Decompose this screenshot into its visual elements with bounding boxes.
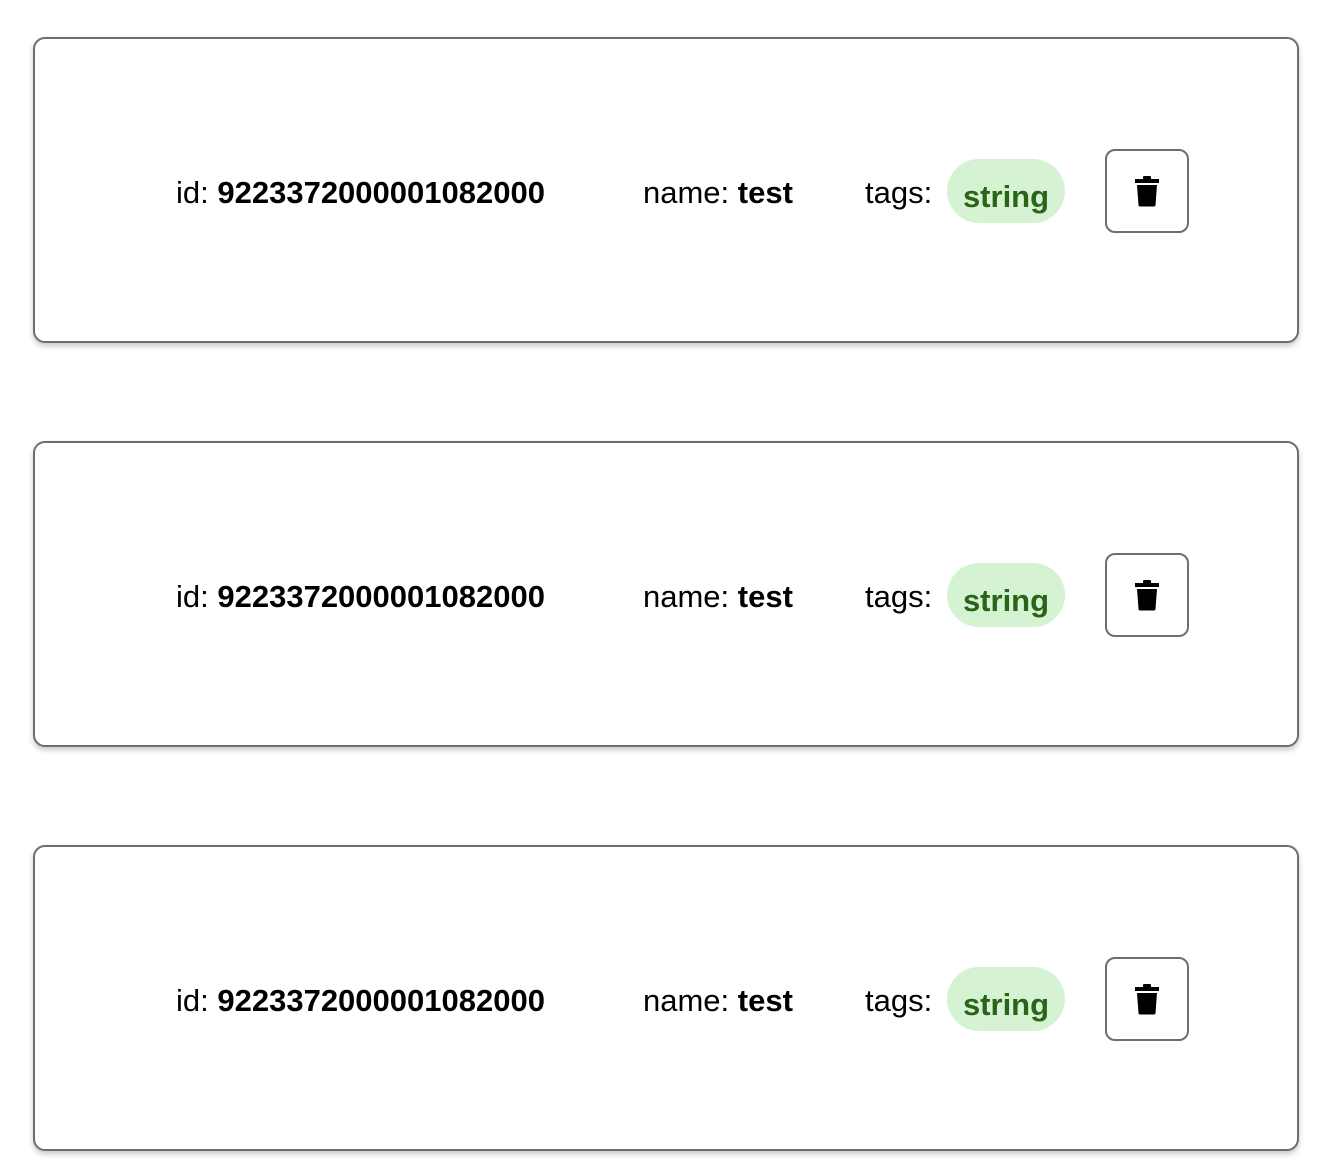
- record-id: id: 9223372000001082000: [176, 579, 545, 615]
- name-value: test: [737, 175, 793, 210]
- id-label: id:: [176, 983, 209, 1018]
- trash-icon: [1135, 983, 1159, 1015]
- record-name: name: test: [643, 983, 793, 1019]
- tag-chip: string: [947, 159, 1065, 223]
- name-label: name:: [643, 579, 730, 614]
- id-value: 9223372000001082000: [217, 579, 545, 614]
- name-label: name:: [643, 175, 730, 210]
- trash-icon: [1135, 175, 1159, 207]
- delete-button[interactable]: [1105, 553, 1189, 637]
- name-label: name:: [643, 983, 730, 1018]
- tag-chip: string: [947, 967, 1065, 1031]
- record-id: id: 9223372000001082000: [176, 175, 545, 211]
- id-value: 9223372000001082000: [217, 175, 545, 210]
- tag-chip: string: [947, 563, 1065, 627]
- record-card: id: 9223372000001082000 name: test tags:…: [33, 441, 1299, 747]
- trash-icon: [1135, 579, 1159, 611]
- delete-button[interactable]: [1105, 957, 1189, 1041]
- tags-label: tags:: [865, 579, 933, 614]
- id-label: id:: [176, 579, 209, 614]
- tags-label: tags:: [865, 983, 933, 1018]
- record-name: name: test: [643, 579, 793, 615]
- record-card: id: 9223372000001082000 name: test tags:…: [33, 845, 1299, 1151]
- name-value: test: [737, 579, 793, 614]
- record-card: id: 9223372000001082000 name: test tags:…: [33, 37, 1299, 343]
- id-value: 9223372000001082000: [217, 983, 545, 1018]
- tags-label: tags:: [865, 175, 933, 210]
- name-value: test: [737, 983, 793, 1018]
- delete-button[interactable]: [1105, 149, 1189, 233]
- record-name: name: test: [643, 175, 793, 211]
- record-id: id: 9223372000001082000: [176, 983, 545, 1019]
- id-label: id:: [176, 175, 209, 210]
